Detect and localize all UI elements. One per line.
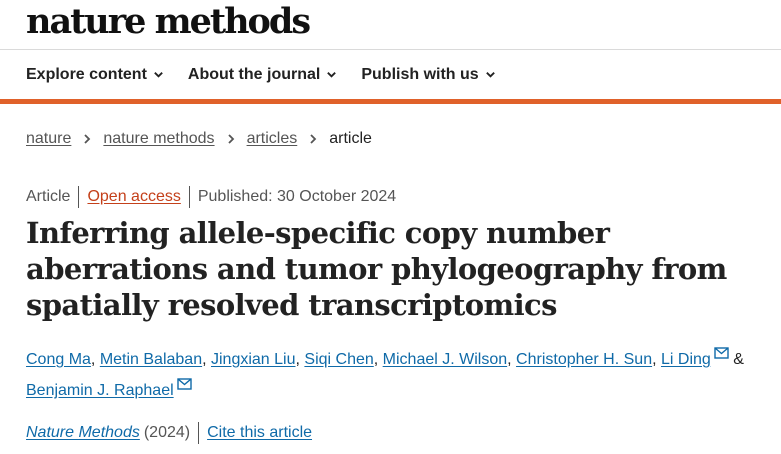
author-separator: , [373,351,383,368]
nav-about-journal[interactable]: About the journal [188,66,337,84]
article-meta: Article Open access Published: 30 Octobe… [26,186,396,208]
author-link[interactable]: Siqi Chen [304,351,373,368]
mail-icon[interactable] [714,347,729,359]
chevron-right-icon [227,134,234,144]
breadcrumb-current: article [329,130,372,147]
author-link[interactable]: Cong Ma [26,351,91,368]
nav-item-label: About the journal [187,65,321,83]
author-link[interactable]: Jingxian Liu [211,351,296,368]
nav-publish-with-us[interactable]: Publish with us [361,66,495,84]
nav-explore-content[interactable]: Explore content [26,66,164,84]
author-conjunction: & [733,351,744,368]
breadcrumb-link-nature[interactable]: nature [26,130,71,148]
author-list: Cong Ma, Metin Balaban, Jingxian Liu, Si… [26,344,766,406]
article-type: Article [26,188,71,205]
open-access-link[interactable]: Open access [87,188,180,206]
meta-divider [198,422,200,444]
chevron-right-icon [310,134,317,144]
citation-row: Nature Methods (2024) Cite this article [26,422,312,444]
published-date: Published: 30 October 2024 [197,188,397,205]
meta-divider [78,186,80,208]
author-link[interactable]: Benjamin J. Raphael [26,382,174,399]
site-header: nature methods Explore content About the… [0,0,781,104]
article-title: Inferring allele-specific copy number ab… [26,216,727,322]
mail-icon[interactable] [176,378,192,390]
journal-link[interactable]: Nature Methods [26,424,140,442]
author-link[interactable]: Metin Balaban [100,351,202,368]
author-link[interactable]: Li Ding [661,351,711,368]
author-link[interactable]: Michael J. Wilson [383,351,507,368]
author-separator: , [202,351,211,368]
author-link[interactable]: Christopher H. Sun [516,351,652,368]
chevron-right-icon [84,134,91,144]
header-top: nature methods [0,0,781,50]
nav-item-label: Explore content [26,65,147,83]
meta-divider [188,186,190,208]
chevron-down-icon [154,72,163,78]
nav-item-label: Publish with us [361,65,479,83]
breadcrumb-link-articles[interactable]: articles [247,130,298,148]
cite-article-link[interactable]: Cite this article [207,424,312,442]
breadcrumb: nature nature methods articles article [26,130,372,148]
publication-year: (2024) [143,424,191,441]
main-nav: Explore content About the journal Publis… [0,50,781,104]
author-separator: , [507,351,517,368]
chevron-down-icon [485,72,495,78]
chevron-down-icon [327,72,337,78]
site-logo[interactable]: nature methods [26,1,311,43]
author-separator: , [90,351,100,368]
breadcrumb-link-nature-methods[interactable]: nature methods [103,130,214,148]
author-separator: , [652,351,661,368]
